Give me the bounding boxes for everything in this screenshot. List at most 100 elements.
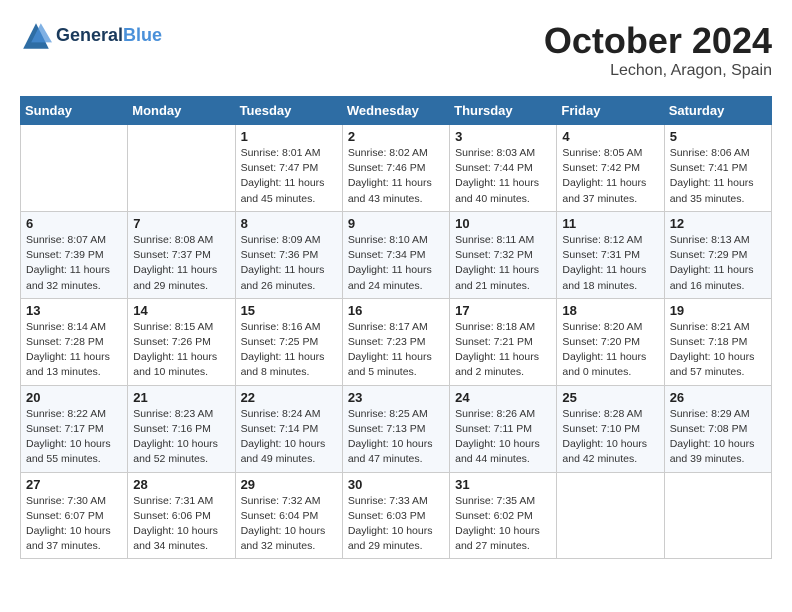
day-number: 21 [133, 390, 229, 405]
calendar-day-11: 11Sunrise: 8:12 AM Sunset: 7:31 PM Dayli… [557, 211, 664, 298]
calendar-day-8: 8 Sunrise: 8:09 AM Sunset: 7:36 PM Daylig… [235, 211, 342, 298]
calendar-day-15: 15 Sunrise: 8:16 AM Sunset: 7:25 PM Dayli… [235, 298, 342, 385]
day-number: 25 [562, 390, 658, 405]
calendar-day-10: 10Sunrise: 8:11 AM Sunset: 7:32 PM Dayli… [450, 211, 557, 298]
day-number: 5 [670, 129, 766, 144]
calendar-day-14: 14Sunrise: 8:15 AM Sunset: 7:26 PM Dayli… [128, 298, 235, 385]
day-number: 19 [670, 303, 766, 318]
day-info: Sunrise: 8:22 AM Sunset: 7:17 PM Dayligh… [26, 407, 122, 468]
calendar-day-12: 12 Sunrise: 8:13 AM Sunset: 7:29 PM Dayli… [664, 211, 771, 298]
logo: GeneralBlue [20, 20, 162, 52]
day-number: 6 [26, 216, 122, 231]
calendar-week-row: 6Sunrise: 8:07 AM Sunset: 7:39 PM Daylig… [21, 211, 772, 298]
day-number: 18 [562, 303, 658, 318]
calendar-day-22: 22 Sunrise: 8:24 AM Sunset: 7:14 PM Dayli… [235, 385, 342, 472]
day-info: Sunrise: 8:10 AM Sunset: 7:34 PM Dayligh… [348, 233, 444, 294]
calendar-day-18: 18Sunrise: 8:20 AM Sunset: 7:20 PM Dayli… [557, 298, 664, 385]
day-info: Sunrise: 8:24 AM Sunset: 7:14 PM Dayligh… [241, 407, 337, 468]
day-info: Sunrise: 7:32 AM Sunset: 6:04 PM Dayligh… [241, 494, 337, 555]
day-number: 12 [670, 216, 766, 231]
day-number: 24 [455, 390, 551, 405]
calendar-day-23: 23 Sunrise: 8:25 AM Sunset: 7:13 PM Dayli… [342, 385, 449, 472]
day-number: 3 [455, 129, 551, 144]
day-number: 16 [348, 303, 444, 318]
day-info: Sunrise: 8:12 AM Sunset: 7:31 PM Dayligh… [562, 233, 658, 294]
calendar-day-7: 7 Sunrise: 8:08 AM Sunset: 7:37 PM Daylig… [128, 211, 235, 298]
day-info: Sunrise: 8:23 AM Sunset: 7:16 PM Dayligh… [133, 407, 229, 468]
day-number: 17 [455, 303, 551, 318]
day-info: Sunrise: 8:03 AM Sunset: 7:44 PM Dayligh… [455, 146, 551, 207]
calendar-day-empty [664, 472, 771, 559]
weekday-header-friday: Friday [557, 97, 664, 125]
day-info: Sunrise: 8:13 AM Sunset: 7:29 PM Dayligh… [670, 233, 766, 294]
calendar-day-20: 20 Sunrise: 8:22 AM Sunset: 7:17 PM Dayli… [21, 385, 128, 472]
calendar-day-27: 27 Sunrise: 7:30 AM Sunset: 6:07 PM Dayli… [21, 472, 128, 559]
day-number: 23 [348, 390, 444, 405]
day-info: Sunrise: 8:25 AM Sunset: 7:13 PM Dayligh… [348, 407, 444, 468]
calendar-day-9: 9Sunrise: 8:10 AM Sunset: 7:34 PM Daylig… [342, 211, 449, 298]
calendar-week-row: 20 Sunrise: 8:22 AM Sunset: 7:17 PM Dayli… [21, 385, 772, 472]
day-number: 2 [348, 129, 444, 144]
day-info: Sunrise: 8:08 AM Sunset: 7:37 PM Dayligh… [133, 233, 229, 294]
weekday-header-wednesday: Wednesday [342, 97, 449, 125]
weekday-header-monday: Monday [128, 97, 235, 125]
day-number: 13 [26, 303, 122, 318]
weekday-header-thursday: Thursday [450, 97, 557, 125]
day-info: Sunrise: 8:18 AM Sunset: 7:21 PM Dayligh… [455, 320, 551, 381]
logo-icon [20, 20, 52, 52]
day-info: Sunrise: 8:11 AM Sunset: 7:32 PM Dayligh… [455, 233, 551, 294]
day-info: Sunrise: 8:14 AM Sunset: 7:28 PM Dayligh… [26, 320, 122, 381]
day-number: 22 [241, 390, 337, 405]
day-number: 26 [670, 390, 766, 405]
calendar-day-29: 29 Sunrise: 7:32 AM Sunset: 6:04 PM Dayli… [235, 472, 342, 559]
calendar-day-empty [21, 125, 128, 212]
day-number: 8 [241, 216, 337, 231]
day-number: 1 [241, 129, 337, 144]
day-info: Sunrise: 8:17 AM Sunset: 7:23 PM Dayligh… [348, 320, 444, 381]
calendar-week-row: 13 Sunrise: 8:14 AM Sunset: 7:28 PM Dayli… [21, 298, 772, 385]
calendar-day-24: 24 Sunrise: 8:26 AM Sunset: 7:11 PM Dayli… [450, 385, 557, 472]
day-info: Sunrise: 7:33 AM Sunset: 6:03 PM Dayligh… [348, 494, 444, 555]
calendar-day-25: 25 Sunrise: 8:28 AM Sunset: 7:10 PM Dayli… [557, 385, 664, 472]
calendar-day-empty [557, 472, 664, 559]
day-info: Sunrise: 8:16 AM Sunset: 7:25 PM Dayligh… [241, 320, 337, 381]
weekday-header-tuesday: Tuesday [235, 97, 342, 125]
logo-text: GeneralBlue [56, 26, 162, 46]
page-header: GeneralBlue October 2024 Lechon, Aragon,… [20, 20, 772, 80]
month-title: October 2024 [544, 20, 772, 62]
day-number: 20 [26, 390, 122, 405]
calendar-week-row: 1Sunrise: 8:01 AM Sunset: 7:47 PM Daylig… [21, 125, 772, 212]
calendar-day-3: 3 Sunrise: 8:03 AM Sunset: 7:44 PM Daylig… [450, 125, 557, 212]
weekday-header-sunday: Sunday [21, 97, 128, 125]
calendar-day-16: 16 Sunrise: 8:17 AM Sunset: 7:23 PM Dayli… [342, 298, 449, 385]
calendar-day-empty [128, 125, 235, 212]
calendar-day-4: 4Sunrise: 8:05 AM Sunset: 7:42 PM Daylig… [557, 125, 664, 212]
day-number: 15 [241, 303, 337, 318]
day-info: Sunrise: 8:21 AM Sunset: 7:18 PM Dayligh… [670, 320, 766, 381]
day-info: Sunrise: 7:30 AM Sunset: 6:07 PM Dayligh… [26, 494, 122, 555]
calendar-day-30: 30 Sunrise: 7:33 AM Sunset: 6:03 PM Dayli… [342, 472, 449, 559]
day-number: 27 [26, 477, 122, 492]
calendar-week-row: 27 Sunrise: 7:30 AM Sunset: 6:07 PM Dayli… [21, 472, 772, 559]
calendar-day-17: 17 Sunrise: 8:18 AM Sunset: 7:21 PM Dayli… [450, 298, 557, 385]
day-info: Sunrise: 7:35 AM Sunset: 6:02 PM Dayligh… [455, 494, 551, 555]
calendar-day-21: 21 Sunrise: 8:23 AM Sunset: 7:16 PM Dayli… [128, 385, 235, 472]
day-info: Sunrise: 8:29 AM Sunset: 7:08 PM Dayligh… [670, 407, 766, 468]
day-number: 7 [133, 216, 229, 231]
day-number: 28 [133, 477, 229, 492]
day-info: Sunrise: 8:06 AM Sunset: 7:41 PM Dayligh… [670, 146, 766, 207]
calendar-day-19: 19 Sunrise: 8:21 AM Sunset: 7:18 PM Dayli… [664, 298, 771, 385]
day-info: Sunrise: 8:02 AM Sunset: 7:46 PM Dayligh… [348, 146, 444, 207]
calendar-day-2: 2 Sunrise: 8:02 AM Sunset: 7:46 PM Daylig… [342, 125, 449, 212]
day-info: Sunrise: 8:09 AM Sunset: 7:36 PM Dayligh… [241, 233, 337, 294]
day-number: 30 [348, 477, 444, 492]
day-info: Sunrise: 8:26 AM Sunset: 7:11 PM Dayligh… [455, 407, 551, 468]
day-number: 14 [133, 303, 229, 318]
calendar-day-1: 1Sunrise: 8:01 AM Sunset: 7:47 PM Daylig… [235, 125, 342, 212]
location: Lechon, Aragon, Spain [544, 62, 772, 80]
day-number: 31 [455, 477, 551, 492]
title-block: October 2024 Lechon, Aragon, Spain [544, 20, 772, 80]
day-info: Sunrise: 8:28 AM Sunset: 7:10 PM Dayligh… [562, 407, 658, 468]
day-number: 29 [241, 477, 337, 492]
calendar-day-13: 13 Sunrise: 8:14 AM Sunset: 7:28 PM Dayli… [21, 298, 128, 385]
